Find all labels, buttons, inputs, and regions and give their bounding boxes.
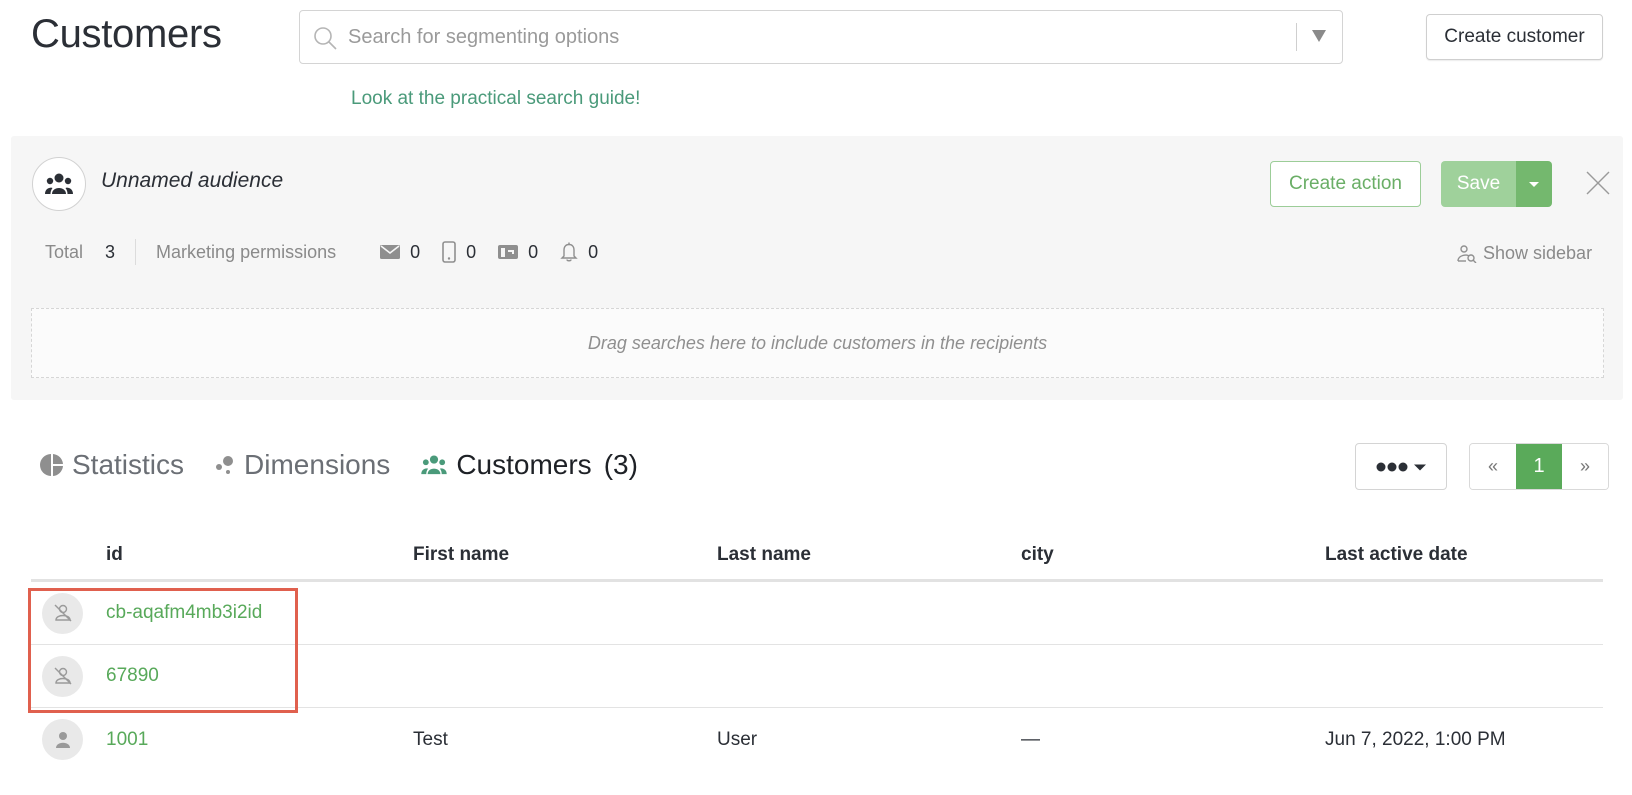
- pie-chart-icon: [40, 454, 63, 476]
- user-search-icon: [1457, 244, 1477, 263]
- total-label: Total: [45, 241, 84, 262]
- stats-divider: [135, 239, 137, 265]
- audience-panel: Unnamed audience Create action Save Tota…: [11, 136, 1623, 400]
- audience-avatar: [32, 157, 86, 211]
- bell-icon: [560, 242, 578, 262]
- segment-search-box[interactable]: [299, 10, 1343, 64]
- audience-name[interactable]: Unnamed audience: [101, 169, 283, 193]
- first-name-cell: Test: [413, 728, 448, 750]
- view-tabs: Statistics Dimensions Customers (3): [40, 447, 668, 483]
- anonymous-user-icon: [42, 592, 83, 634]
- save-options-dropdown[interactable]: [1516, 161, 1552, 207]
- drop-zone-text: Drag searches here to include customers …: [587, 332, 1048, 353]
- tab-dimensions[interactable]: Dimensions: [214, 449, 390, 481]
- column-header-id[interactable]: id: [106, 544, 413, 566]
- permission-push: 0: [560, 242, 598, 263]
- mailbox-icon: [498, 245, 519, 259]
- column-header-last-name[interactable]: Last name: [717, 544, 1021, 566]
- permission-direct-mail: 0: [498, 242, 538, 263]
- caret-down-icon: [1312, 30, 1326, 42]
- users-icon: [421, 455, 448, 475]
- search-dropdown-toggle[interactable]: [1308, 25, 1330, 47]
- caret-down-icon: [1529, 181, 1539, 187]
- user-icon: [42, 719, 83, 760]
- column-header-city[interactable]: city: [1021, 544, 1325, 566]
- create-action-button[interactable]: Create action: [1270, 161, 1421, 207]
- total-value: 3: [105, 241, 116, 262]
- dimensions-icon: [216, 456, 234, 474]
- table-row[interactable]: 1001 Test User — Jun 7, 2022, 1:00 PM: [31, 708, 1603, 771]
- search-icon: [312, 25, 338, 51]
- last-active-cell: Jun 7, 2022, 1:00 PM: [1325, 728, 1506, 750]
- last-name-cell: User: [717, 728, 758, 750]
- more-dots-icon: [1376, 462, 1426, 471]
- table-row[interactable]: 67890: [31, 645, 1603, 708]
- email-icon: [380, 245, 401, 259]
- page-title: Customers: [31, 12, 222, 56]
- customer-id-link[interactable]: cb-aqafm4mb3i2id: [106, 602, 262, 623]
- anonymous-user-icon: [42, 655, 83, 697]
- marketing-permissions-label: Marketing permissions: [156, 241, 337, 262]
- table-header: id First name Last name city Last active…: [31, 530, 1603, 582]
- search-guide-link[interactable]: Look at the practical search guide!: [351, 88, 640, 110]
- show-sidebar-label: Show sidebar: [1483, 243, 1593, 263]
- segment-search-input[interactable]: [348, 19, 1248, 55]
- permission-email: 0: [380, 242, 420, 263]
- permission-mobile: 0: [442, 241, 476, 263]
- tab-customers[interactable]: Customers (3): [420, 449, 638, 481]
- search-divider: [1296, 23, 1297, 51]
- search-drop-zone[interactable]: Drag searches here to include customers …: [31, 308, 1604, 378]
- table-row[interactable]: cb-aqafm4mb3i2id: [31, 582, 1603, 645]
- show-sidebar-button[interactable]: Show sidebar: [1457, 243, 1592, 264]
- save-button[interactable]: Save: [1441, 161, 1516, 207]
- customers-table: id First name Last name city Last active…: [31, 530, 1603, 771]
- customer-id-link[interactable]: 67890: [106, 665, 159, 686]
- pagination-next[interactable]: »: [1562, 444, 1608, 489]
- audience-stats: Total 3 Marketing permissions 0 0 0 0: [45, 239, 598, 265]
- pagination: « 1 »: [1469, 443, 1609, 490]
- column-header-first-name[interactable]: First name: [413, 544, 717, 566]
- close-audience-button[interactable]: [1581, 166, 1615, 200]
- customer-id-link[interactable]: 1001: [106, 729, 148, 750]
- close-icon: [1586, 171, 1610, 195]
- audience-group-icon: [45, 173, 73, 194]
- pagination-prev[interactable]: «: [1470, 444, 1516, 489]
- city-cell: —: [1021, 728, 1040, 750]
- create-customer-button[interactable]: Create customer: [1426, 14, 1603, 60]
- save-button-group: Save: [1441, 161, 1552, 207]
- pagination-page-current[interactable]: 1: [1516, 444, 1562, 489]
- column-header-last-active-date[interactable]: Last active date: [1325, 544, 1603, 566]
- customers-count: (3): [603, 449, 638, 480]
- tab-statistics[interactable]: Statistics: [40, 449, 184, 481]
- more-options-button[interactable]: [1355, 443, 1447, 490]
- mobile-icon: [442, 241, 456, 263]
